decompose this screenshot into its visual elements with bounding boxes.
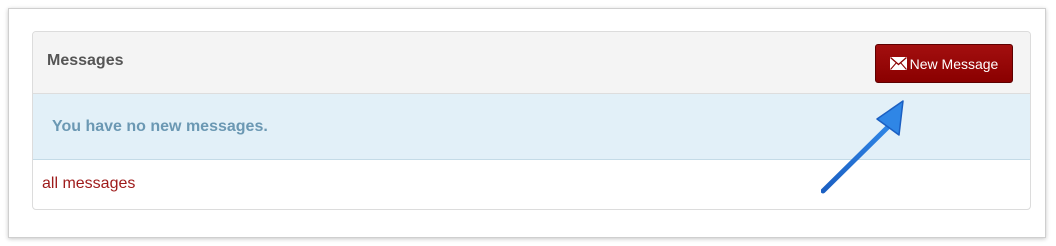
no-messages-alert: You have no new messages. [33, 94, 1030, 160]
all-messages-link[interactable]: all messages [42, 175, 135, 193]
messages-panel: Messages New Message You have no new mes… [32, 31, 1031, 210]
panel-heading: Messages New Message [33, 32, 1030, 94]
no-messages-text: You have no new messages. [52, 118, 268, 135]
panel-title: Messages [47, 52, 124, 69]
new-message-button[interactable]: New Message [875, 44, 1013, 83]
envelope-icon [889, 57, 907, 70]
new-message-label: New Message [909, 55, 999, 72]
screenshot-frame: Messages New Message You have no new mes… [8, 8, 1046, 238]
